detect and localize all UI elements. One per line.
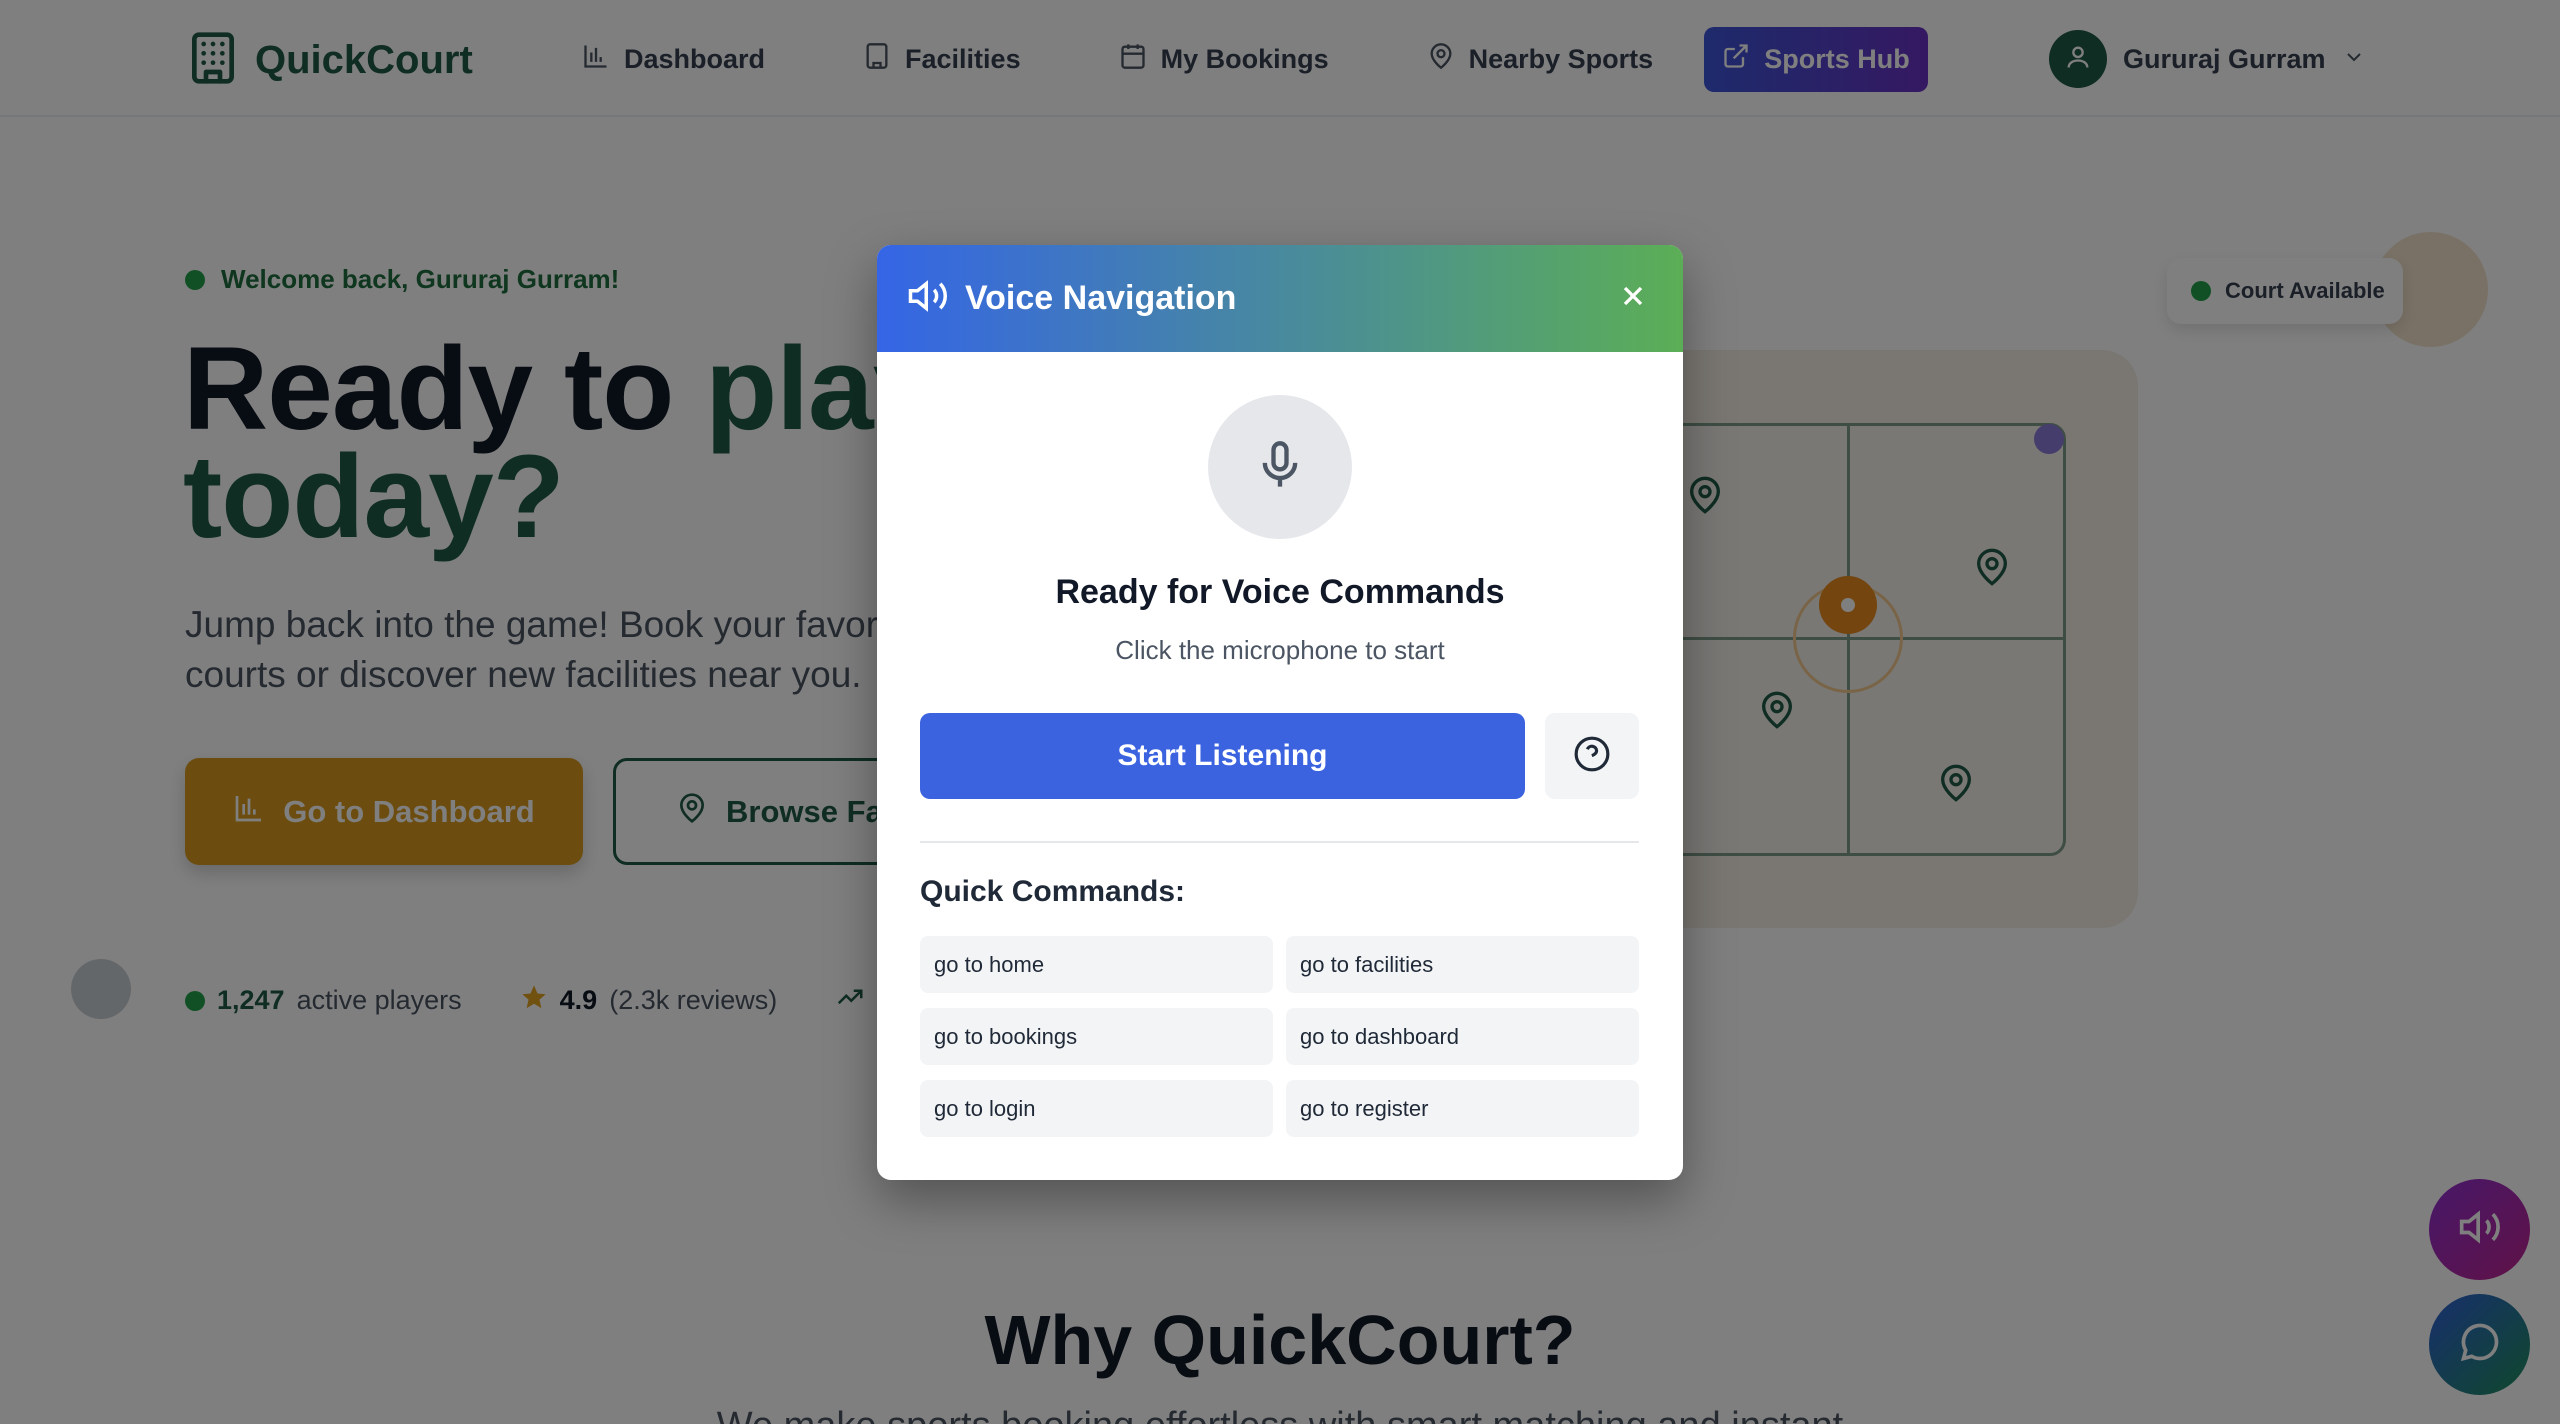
modal-header: Voice Navigation (877, 245, 1683, 352)
quick-command-item[interactable]: go to facilities (1286, 936, 1639, 993)
start-listening-button[interactable]: Start Listening (920, 713, 1525, 799)
quick-command-item[interactable]: go to dashboard (1286, 1008, 1639, 1065)
quick-command-item[interactable]: go to register (1286, 1080, 1639, 1137)
quick-commands-title: Quick Commands: (920, 875, 1186, 908)
ready-title: Ready for Voice Commands (1055, 573, 1505, 611)
microphone-button[interactable] (1208, 395, 1352, 539)
quick-command-item[interactable]: go to login (920, 1080, 1273, 1137)
microphone-icon (1254, 439, 1306, 496)
ready-subtitle: Click the microphone to start (1115, 635, 1445, 665)
modal-title: Voice Navigation (965, 279, 1237, 317)
close-button[interactable] (1613, 278, 1653, 318)
quick-commands-list: go to home go to facilities go to bookin… (920, 936, 1639, 1137)
help-button[interactable] (1545, 713, 1639, 799)
help-circle-icon (1573, 735, 1611, 778)
voice-navigation-modal: Voice Navigation Ready for Voice Command… (877, 245, 1683, 1180)
quick-command-item[interactable]: go to bookings (920, 1008, 1273, 1065)
divider (920, 841, 1639, 843)
speaker-icon (907, 275, 949, 322)
quick-command-item[interactable]: go to home (920, 936, 1273, 993)
close-icon (1617, 280, 1649, 317)
